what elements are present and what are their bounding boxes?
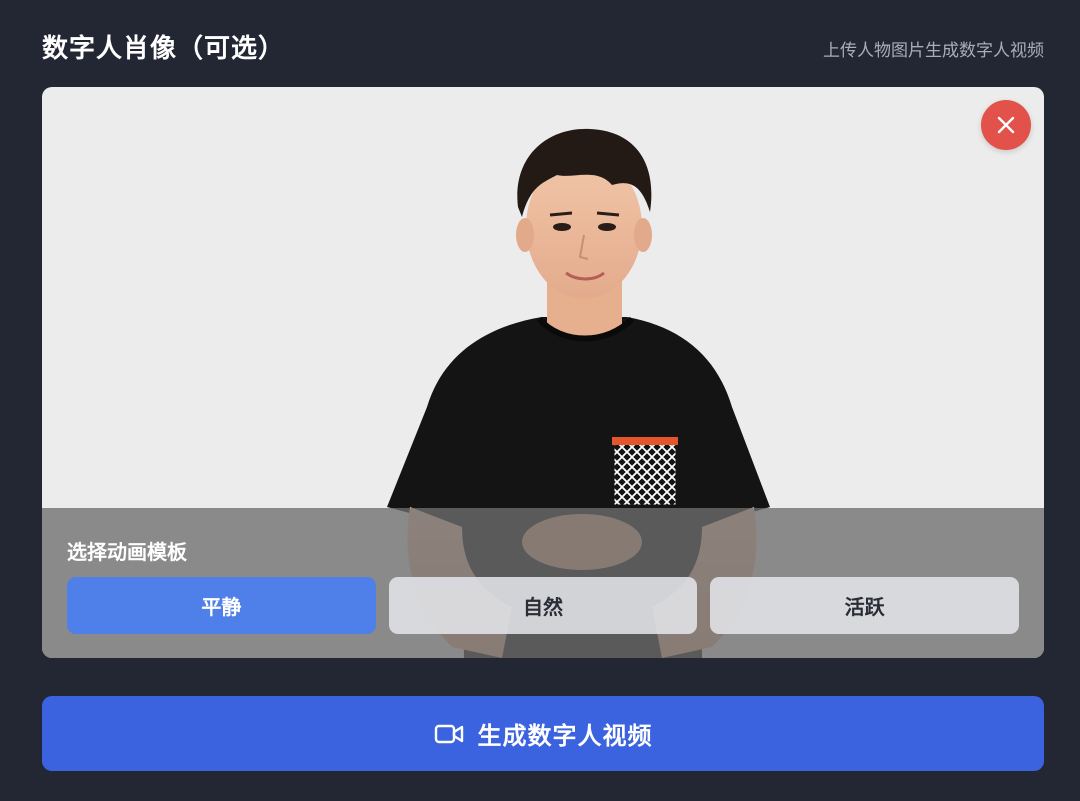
template-option-lively[interactable]: 活跃 <box>710 577 1020 634</box>
generate-video-label: 生成数字人视频 <box>477 722 653 750</box>
template-option-calm[interactable]: 平静 <box>67 577 376 634</box>
remove-portrait-button[interactable] <box>981 100 1031 150</box>
template-options: 平静 自然 活跃 <box>67 577 1020 634</box>
upload-hint: 上传人物图片生成数字人视频 <box>823 41 1044 61</box>
video-camera-icon <box>434 724 463 743</box>
animation-template-panel: 选择动画模板 平静 自然 活跃 <box>42 508 1044 658</box>
template-option-natural[interactable]: 自然 <box>388 577 698 634</box>
close-icon <box>997 116 1015 134</box>
portrait-preview: 选择动画模板 平静 自然 活跃 <box>42 87 1044 658</box>
generate-video-button[interactable]: 生成数字人视频 <box>42 696 1044 771</box>
page-title: 数字人肖像（可选） <box>42 34 286 64</box>
template-label: 选择动画模板 <box>67 540 187 564</box>
